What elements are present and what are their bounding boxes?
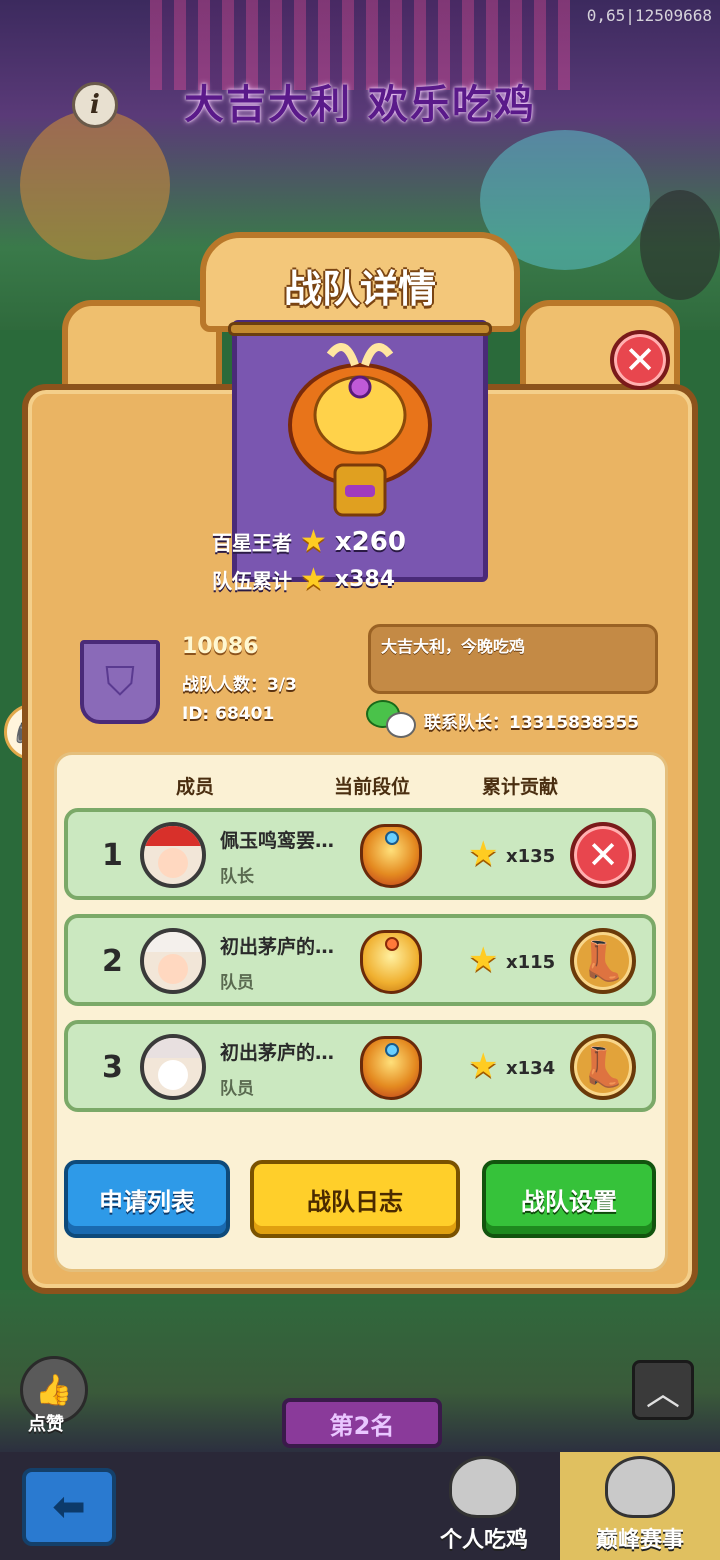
contact-captain[interactable]: 联系队长：13315838355 (366, 700, 639, 740)
close-panel-button[interactable]: ✕ (610, 330, 670, 390)
member-role: 队员 (220, 1079, 254, 1099)
member-row[interactable]: 1 佩玉鸣鸾罢… 队长 ★ x135 ✕ (64, 808, 656, 900)
member-rank: 2 (102, 944, 123, 979)
star-icon: ★ (300, 524, 327, 559)
member-rank: 1 (102, 838, 123, 873)
avatar-face (158, 848, 188, 878)
remove-member-button[interactable]: ✕ (570, 822, 636, 888)
team-member-count: 战队人数：3/3 (182, 675, 297, 695)
tab-personal-avatar (449, 1456, 519, 1518)
team-name: 10086 (182, 634, 259, 659)
back-button[interactable]: ⬅ (22, 1468, 116, 1546)
kick-member-button[interactable]: 👢 (570, 928, 636, 994)
avatar-face (158, 1060, 188, 1090)
wechat-icon (366, 700, 416, 740)
tab-championship[interactable]: 巅峰赛事 (560, 1452, 720, 1560)
tab-personal-label: 个人吃鸡 (439, 1528, 528, 1553)
contact-captain-text: 联系队长：13315838355 (424, 712, 640, 733)
team-id: ID: 68401 (182, 704, 275, 724)
arrow-left-icon: ⬅ (52, 1484, 86, 1530)
column-header-contribution: 累计贡献 (482, 776, 559, 798)
member-contribution: x115 (506, 952, 556, 973)
tier-badge-icon (360, 1036, 422, 1100)
star-icon: ★ (300, 562, 327, 597)
member-contribution: x134 (506, 1058, 556, 1079)
column-header-tier: 当前段位 (334, 776, 411, 798)
kick-member-button[interactable]: 👢 (570, 1034, 636, 1100)
team-flag: ⛉ (80, 640, 160, 724)
member-rank: 3 (102, 1050, 123, 1085)
info-icon: i (90, 90, 100, 120)
team-total-value: x384 (334, 567, 396, 592)
team-motto: 大吉大利，今晚吃鸡 (368, 624, 658, 694)
close-icon: ✕ (624, 338, 656, 382)
member-name: 佩玉鸣鸾罢… (220, 830, 335, 852)
column-header-member: 成员 (176, 776, 215, 798)
banner-rod (228, 322, 492, 336)
team-total-label: 队伍累计 (212, 569, 292, 593)
member-contribution: x135 (506, 846, 556, 867)
thumbs-up-icon: 👍 (35, 1372, 73, 1408)
rank-plate: 第2名 (282, 1398, 442, 1448)
tab-personal[interactable]: 个人吃鸡 (404, 1452, 564, 1560)
avatar-hat (144, 932, 202, 952)
tier-badge-icon (360, 824, 422, 888)
member-name: 初出茅庐的… (220, 936, 335, 958)
member-role: 队长 (220, 867, 254, 887)
scroll-up-button[interactable]: ︿ (632, 1360, 694, 1420)
team-settings-button[interactable]: 战队设置 (482, 1160, 656, 1238)
tier-badge-icon (360, 930, 422, 994)
avatar-hat (144, 1038, 202, 1058)
info-button[interactable]: i (72, 82, 118, 128)
star-icon: ★ (468, 834, 499, 874)
dragon-emblem-icon (288, 343, 432, 517)
king-stars-label: 百星王者 (212, 531, 292, 555)
chevron-up-icon: ︿ (646, 1373, 680, 1414)
close-icon: ✕ (587, 833, 619, 877)
coordinate-readout: 0,65|12509668 (586, 6, 712, 25)
character-art (20, 110, 170, 260)
avatar[interactable] (140, 822, 206, 888)
member-role: 队员 (220, 973, 254, 993)
avatar[interactable] (140, 1034, 206, 1100)
boot-icon: 👢 (579, 1044, 627, 1089)
team-log-button[interactable]: 战队日志 (250, 1160, 460, 1238)
avatar-face (158, 954, 188, 984)
team-total-row: 队伍累计 ★ x384 (212, 562, 395, 597)
avatar-hat (144, 826, 202, 846)
boot-icon: 👢 (579, 938, 627, 983)
member-row[interactable]: 2 初出茅庐的… 队员 ★ x115 👢 (64, 914, 656, 1006)
like-label: 点赞 (28, 1414, 64, 1435)
member-name: 初出茅庐的… (220, 1042, 335, 1064)
king-stars-row: 百星王者 ★ x260 (212, 524, 406, 559)
tab-championship-label: 巅峰赛事 (595, 1528, 684, 1553)
star-icon: ★ (468, 940, 499, 980)
shield-icon: ⛉ (105, 659, 135, 705)
apply-list-button[interactable]: 申请列表 (64, 1160, 230, 1238)
star-icon: ★ (468, 1046, 499, 1086)
panel-title: 战队详情 (283, 267, 436, 311)
avatar[interactable] (140, 928, 206, 994)
tab-championship-avatar (605, 1456, 675, 1518)
king-stars-value: x260 (334, 526, 406, 557)
member-row[interactable]: 3 初出茅庐的… 队员 ★ x134 👢 (64, 1020, 656, 1112)
